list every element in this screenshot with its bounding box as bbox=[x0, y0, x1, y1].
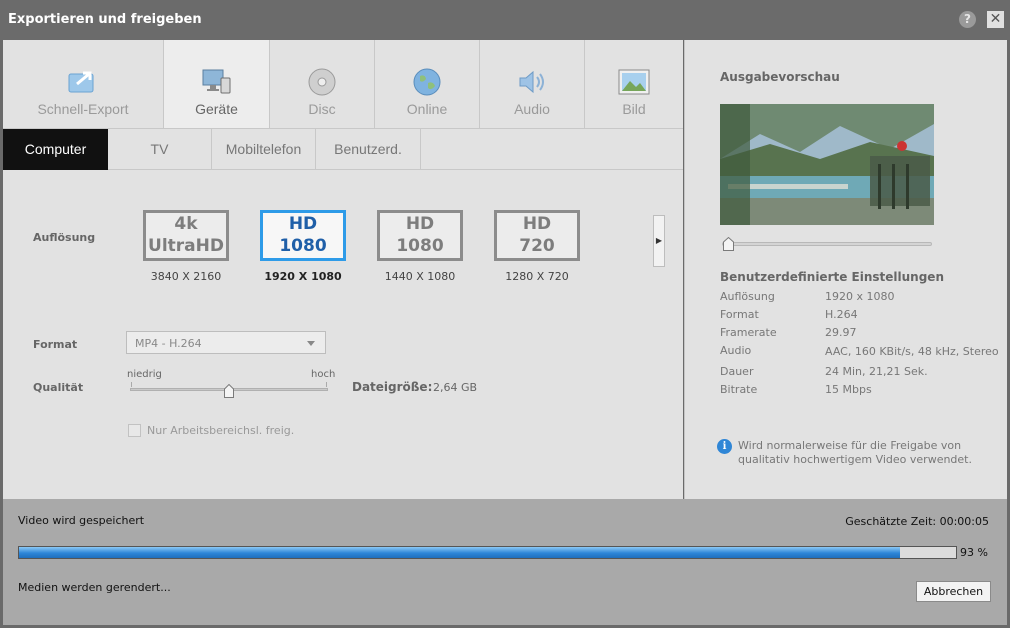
tab-label: Schnell-Export bbox=[37, 101, 129, 117]
custom-settings-title: Benutzerdefinierte Einstellungen bbox=[720, 270, 944, 284]
resolution-option-hd1080-1440[interactable]: HD 1080 bbox=[377, 210, 463, 261]
resolution-caption: 1280 X 720 bbox=[505, 270, 569, 283]
quality-slider-thumb[interactable] bbox=[224, 384, 234, 398]
speaker-icon bbox=[519, 70, 544, 94]
category-tabs: Schnell-Export Geräte Disc Online Audio … bbox=[3, 40, 683, 128]
preview-thumbnail bbox=[720, 104, 934, 225]
globe-icon bbox=[413, 68, 441, 96]
tab-label: Bild bbox=[622, 101, 646, 117]
resolution-line1: 4k bbox=[174, 214, 198, 234]
estimated-time-text: Geschätzte Zeit: 00:00:05 bbox=[845, 515, 989, 528]
output-preview-panel: Ausgabevorschau Benutzerdefinierte Einst… bbox=[684, 40, 1007, 499]
devices-icon bbox=[202, 69, 230, 94]
quick-export-icon bbox=[68, 71, 94, 93]
tab-devices[interactable]: Geräte bbox=[164, 40, 270, 128]
spec-key: Auflösung bbox=[720, 290, 775, 303]
spec-value: 29.97 bbox=[825, 326, 857, 339]
slider-tick bbox=[131, 382, 132, 387]
resolution-option-hd1080-1920[interactable]: HD 1080 bbox=[260, 210, 346, 261]
tab-label: Audio bbox=[514, 101, 550, 117]
filesize-value: 2,64 GB bbox=[433, 381, 478, 394]
tab-label: Online bbox=[406, 101, 448, 117]
spec-key: Bitrate bbox=[720, 383, 758, 396]
tab-label: Disc bbox=[308, 101, 336, 117]
quality-label: Qualität bbox=[33, 381, 84, 394]
info-icon: i bbox=[717, 439, 732, 454]
resolution-line1: HD bbox=[288, 214, 318, 234]
preset-info-text: Wird normalerweise für die Freigabe von … bbox=[738, 439, 972, 466]
tab-quick-export[interactable]: Schnell-Export bbox=[3, 40, 164, 128]
resolution-caption: 3840 X 2160 bbox=[150, 270, 222, 283]
format-select-value: MP4 - H.264 bbox=[135, 337, 202, 350]
tab-label: Geräte bbox=[195, 101, 238, 117]
workarea-only-label: Nur Arbeitsbereichsl. freig. bbox=[147, 424, 295, 437]
render-status-text: Medien werden gerendert... bbox=[18, 581, 171, 594]
workarea-only-checkbox[interactable] bbox=[128, 424, 141, 437]
format-select[interactable]: MP4 - H.264 bbox=[126, 331, 326, 354]
quality-low-label: niedrig bbox=[127, 369, 162, 380]
preview-title: Ausgabevorschau bbox=[720, 70, 840, 84]
device-subtabs: Computer TV Mobiltelefon Benutzerd. bbox=[3, 128, 683, 170]
close-button[interactable]: ✕ bbox=[987, 11, 1004, 28]
title-bar: Exportieren und freigeben ? ✕ bbox=[0, 0, 1010, 40]
resolution-label: Auflösung bbox=[33, 231, 96, 244]
subtab-custom[interactable]: Benutzerd. bbox=[316, 129, 421, 170]
spec-key: Audio bbox=[720, 344, 752, 357]
resolution-line2: 1080 bbox=[396, 236, 444, 256]
preview-scrubber-thumb[interactable] bbox=[723, 237, 734, 251]
progress-percent: 93 % bbox=[960, 546, 988, 559]
render-progress-bar bbox=[18, 546, 957, 559]
quality-high-label: hoch bbox=[311, 369, 336, 380]
progress-panel: Video wird gespeichert Geschätzte Zeit: … bbox=[3, 499, 1007, 625]
image-icon bbox=[618, 69, 650, 95]
spec-value: 1920 x 1080 bbox=[825, 290, 895, 303]
resolution-line1: HD bbox=[522, 214, 552, 234]
resolution-line2: UltraHD bbox=[148, 236, 224, 256]
resolution-option-hd720[interactable]: HD 720 bbox=[494, 210, 580, 261]
subtab-tv[interactable]: TV bbox=[108, 129, 212, 170]
resolution-line2: 720 bbox=[519, 236, 555, 256]
spec-key: Dauer bbox=[720, 365, 754, 378]
resolution-caption: 1920 X 1080 bbox=[264, 270, 342, 283]
tab-disc[interactable]: Disc bbox=[270, 40, 375, 128]
preview-scrubber[interactable] bbox=[722, 242, 932, 246]
resolution-scroll-right-arrow[interactable]: ▶ bbox=[653, 215, 665, 267]
subtab-computer[interactable]: Computer bbox=[3, 129, 108, 170]
spec-value: H.264 bbox=[825, 308, 858, 321]
export-main-panel: Schnell-Export Geräte Disc Online Audio … bbox=[3, 40, 683, 499]
tab-audio[interactable]: Audio bbox=[480, 40, 585, 128]
subtab-mobile[interactable]: Mobiltelefon bbox=[212, 129, 316, 170]
disc-icon bbox=[308, 68, 336, 96]
resolution-option-4k[interactable]: 4k UltraHD bbox=[143, 210, 229, 261]
window-title: Exportieren und freigeben bbox=[8, 12, 202, 27]
spec-value: 15 Mbps bbox=[825, 383, 872, 396]
filesize-label: Dateigröße: bbox=[352, 380, 433, 394]
slider-tick bbox=[326, 382, 327, 387]
save-status-text: Video wird gespeichert bbox=[18, 514, 145, 527]
spec-key: Framerate bbox=[720, 326, 777, 339]
spec-value: AAC, 160 KBit/s, 48 kHz, Stereo bbox=[825, 345, 999, 358]
tab-online[interactable]: Online bbox=[375, 40, 480, 128]
resolution-line2: 1080 bbox=[279, 236, 327, 256]
format-label: Format bbox=[33, 338, 78, 351]
chevron-down-icon bbox=[307, 341, 315, 346]
resolution-line1: HD bbox=[405, 214, 435, 234]
resolution-caption: 1440 X 1080 bbox=[384, 270, 456, 283]
render-progress-fill bbox=[19, 547, 900, 558]
tab-image[interactable]: Bild bbox=[585, 40, 683, 128]
spec-key: Format bbox=[720, 308, 759, 321]
help-button[interactable]: ? bbox=[959, 11, 976, 28]
spec-value: 24 Min, 21,21 Sek. bbox=[825, 365, 928, 378]
cancel-button[interactable]: Abbrechen bbox=[916, 581, 991, 602]
